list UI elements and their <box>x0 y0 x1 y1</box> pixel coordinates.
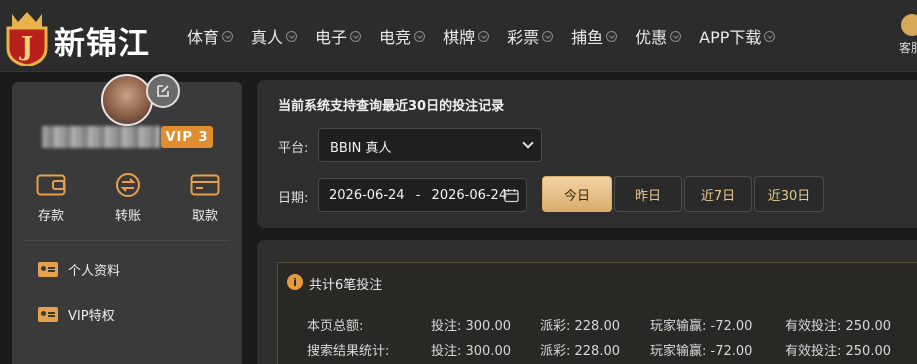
date-end: 2026-06-24 <box>431 188 508 203</box>
nav-item-app-download[interactable]: APP下载 <box>699 24 776 48</box>
summary-valid-bet: 有效投注: 250.00 <box>785 319 891 334</box>
nav-label: 优惠 <box>635 28 668 47</box>
transfer-button[interactable]: 转账 <box>103 172 153 224</box>
chevron-down-icon <box>606 30 618 42</box>
range-7days-button[interactable]: 近7日 <box>684 176 752 212</box>
quick-range-buttons: 今日 昨日 近7日 近30日 <box>542 176 826 212</box>
summary-row-label: 本页总额: <box>307 319 364 334</box>
withdraw-label: 取款 <box>191 209 218 224</box>
avatar <box>101 74 153 126</box>
chevron-down-icon <box>222 30 234 42</box>
platform-label: 平台: <box>278 141 309 156</box>
bet-count: 共计6笔投注 <box>309 278 383 293</box>
brand-name: 新锦江 <box>54 26 150 62</box>
chevron-down-icon <box>286 30 298 42</box>
nav-item-sports[interactable]: 体育 <box>187 24 234 48</box>
summary-payout: 派彩: 228.00 <box>540 319 620 334</box>
platform-selected-value: BBIN 真人 <box>330 141 392 156</box>
username-blurred <box>42 126 160 148</box>
sidebar-item-profile[interactable]: 个人资料 <box>38 260 120 279</box>
logo-badge-letter: J <box>19 32 33 62</box>
chevron-down-icon <box>414 30 426 42</box>
quick-actions: 存款 转账 取款 <box>26 172 230 224</box>
calendar-icon <box>504 189 519 203</box>
transfer-icon <box>116 173 140 197</box>
card-icon <box>190 174 220 196</box>
platform-select[interactable]: BBIN 真人 <box>318 128 542 162</box>
deposit-label: 存款 <box>37 209 64 224</box>
summary-valid-bet: 有效投注: 250.00 <box>785 344 891 359</box>
chevron-down-icon <box>522 137 534 149</box>
deposit-button[interactable]: 存款 <box>26 172 76 224</box>
chevron-down-icon <box>350 30 362 42</box>
edit-profile-button[interactable] <box>146 74 180 108</box>
summary-bet: 投注: 300.00 <box>431 344 511 359</box>
summary-winloss: 玩家输赢: -72.00 <box>650 319 753 334</box>
nav-label: 棋牌 <box>443 28 476 47</box>
date-start: 2026-06-24 <box>329 188 405 203</box>
bet-record-filter: 当前系统支持查询最近30日的投注记录 平台: BBIN 真人 日期: 2026-… <box>257 80 917 228</box>
chevron-down-icon <box>478 30 490 42</box>
summary-bet: 投注: 300.00 <box>431 319 511 334</box>
chevron-down-icon <box>542 30 554 42</box>
nav-item-lottery[interactable]: 彩票 <box>507 24 554 48</box>
nav-item-esports[interactable]: 电竞 <box>379 24 426 48</box>
chevron-down-icon <box>764 30 776 42</box>
nav-item-cards[interactable]: 棋牌 <box>443 24 490 48</box>
nav-item-fishing[interactable]: 捕鱼 <box>571 24 618 48</box>
transfer-label: 转账 <box>114 209 141 224</box>
account-sidebar: VIP 3 存款 转账 取款 个人资料 VIP特权 <box>12 74 242 364</box>
summary-row-label: 搜索结果统计: <box>307 344 390 359</box>
sidebar-item-label: VIP特权 <box>68 309 115 324</box>
customer-service-label: 客服 <box>899 41 917 55</box>
headset-icon <box>901 14 917 36</box>
info-icon: i <box>287 274 303 290</box>
sidebar-item-label: 个人资料 <box>68 264 121 279</box>
nav-label: 体育 <box>187 28 220 47</box>
nav-label: 彩票 <box>507 28 540 47</box>
nav-label: 真人 <box>251 28 284 47</box>
nav-item-slots[interactable]: 电子 <box>315 24 362 48</box>
chevron-down-icon <box>670 30 682 42</box>
main-nav: 体育 真人 电子 电竞 棋牌 彩票 捕鱼 优惠 APP下载 <box>187 24 793 48</box>
sidebar-divider <box>24 240 230 241</box>
nav-label: APP下载 <box>699 28 762 47</box>
sidebar-item-vip[interactable]: VIP特权 <box>38 305 115 324</box>
bet-summary-panel: i 共计6笔投注 本页总额: 投注: 300.00 派彩: 228.00 玩家输… <box>257 240 917 364</box>
withdraw-button[interactable]: 取款 <box>180 172 230 224</box>
customer-service-button[interactable]: 客服 <box>895 14 917 56</box>
id-card-icon <box>38 307 58 322</box>
range-today-button[interactable]: 今日 <box>542 176 612 212</box>
date-label: 日期: <box>278 191 309 206</box>
date-range-input[interactable]: 2026-06-24 - 2026-06-24 <box>318 178 527 212</box>
nav-label: 电竞 <box>379 28 412 47</box>
range-30days-button[interactable]: 近30日 <box>754 176 824 212</box>
nav-item-live[interactable]: 真人 <box>251 24 298 48</box>
bet-summary-box: i 共计6笔投注 本页总额: 投注: 300.00 派彩: 228.00 玩家输… <box>277 262 917 364</box>
edit-icon <box>157 85 169 97</box>
top-header: J 新锦江 体育 真人 电子 电竞 棋牌 彩票 捕鱼 优惠 APP下载 客服 <box>0 0 917 72</box>
filter-notice: 当前系统支持查询最近30日的投注记录 <box>278 99 505 114</box>
logo-badge-icon: J <box>6 12 48 66</box>
vip-level-badge: VIP 3 <box>161 126 213 148</box>
site-logo[interactable]: J 新锦江 <box>2 6 162 68</box>
date-separator: - <box>415 188 421 203</box>
nav-item-promotions[interactable]: 优惠 <box>635 24 682 48</box>
nav-label: 捕鱼 <box>571 28 604 47</box>
nav-label: 电子 <box>315 28 348 47</box>
summary-winloss: 玩家输赢: -72.00 <box>650 344 753 359</box>
range-yesterday-button[interactable]: 昨日 <box>614 176 682 212</box>
summary-payout: 派彩: 228.00 <box>540 344 620 359</box>
id-card-icon <box>38 262 58 277</box>
wallet-icon <box>36 174 66 196</box>
